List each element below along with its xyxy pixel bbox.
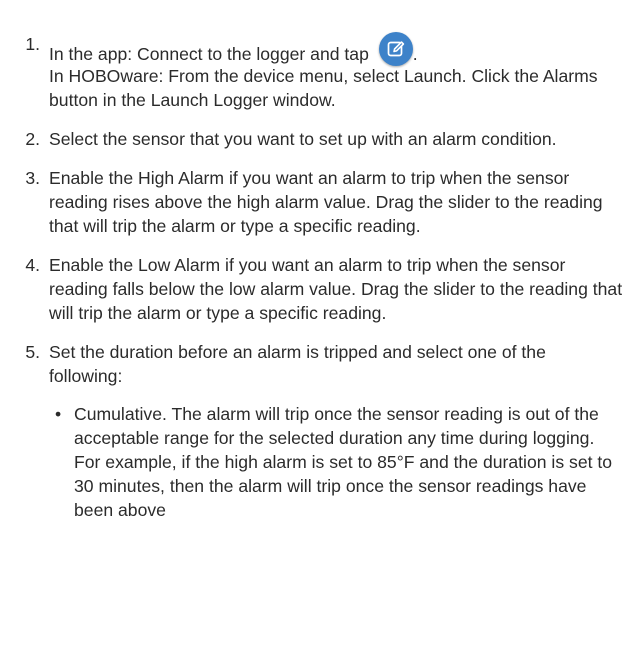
step-1-text: In the app: Connect to the logger and ta… xyxy=(49,44,369,64)
duration-options-list: • Cumulative. The alarm will trip once t… xyxy=(49,402,623,522)
step-1-first-line: In the app: Connect to the logger and ta… xyxy=(49,32,623,66)
step-number: 2. xyxy=(25,129,40,149)
document-page: 1. In the app: Connect to the logger and… xyxy=(0,0,637,667)
bullet: • xyxy=(55,404,62,424)
step-2-text: Select the sensor that you want to set u… xyxy=(49,129,557,149)
edit-pencil-icon xyxy=(378,32,413,66)
step-3: 3. Enable the High Alarm if you want an … xyxy=(6,166,623,238)
step-number: 3. xyxy=(25,168,40,188)
step-2: 2. Select the sensor that you want to se… xyxy=(6,127,623,151)
list-item-cumulative: • Cumulative. The alarm will trip once t… xyxy=(49,402,623,522)
step-5: 5. Set the duration before an alarm is t… xyxy=(6,340,623,522)
step-number: 1. xyxy=(25,34,40,54)
alarm-setup-steps: 1. In the app: Connect to the logger and… xyxy=(6,0,623,522)
step-4: 4. Enable the Low Alarm if you want an a… xyxy=(6,253,623,325)
step-1-continuation: In HOBOware: From the device menu, selec… xyxy=(49,66,598,110)
cumulative-option-text: Cumulative. The alarm will trip once the… xyxy=(74,404,613,520)
edit-pencil-icon-glyph xyxy=(387,41,404,57)
step-number: 5. xyxy=(25,342,40,362)
step-3-text: Enable the High Alarm if you want an ala… xyxy=(49,168,603,236)
step-5-text: Set the duration before an alarm is trip… xyxy=(49,342,546,386)
step-1: 1. In the app: Connect to the logger and… xyxy=(6,0,623,112)
step-4-text: Enable the Low Alarm if you want an alar… xyxy=(49,255,623,323)
step-number: 4. xyxy=(25,255,40,275)
step-1-period: . xyxy=(412,44,418,64)
